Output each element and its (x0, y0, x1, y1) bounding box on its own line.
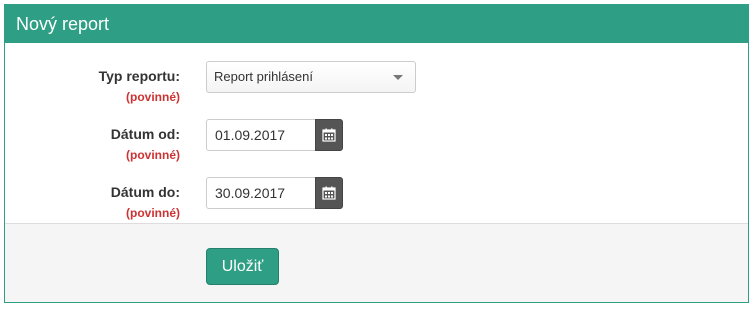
report-type-label-group: Typ reportu: (povinné) (5, 67, 180, 105)
date-to-calendar-button[interactable] (315, 177, 343, 209)
chevron-down-icon (393, 75, 403, 80)
new-report-panel: Nový report Typ reportu: (povinné) Repor… (4, 4, 749, 303)
date-from-calendar-button[interactable] (315, 119, 343, 151)
date-from-group (206, 119, 343, 151)
panel-title: Nový report (5, 5, 748, 43)
date-from-input[interactable] (206, 119, 316, 151)
report-type-select[interactable]: Report prihlásení (206, 61, 416, 93)
date-to-required-note: (povinné) (126, 206, 180, 220)
date-to-label: Dátum do: (110, 184, 180, 200)
date-to-label-group: Dátum do: (povinné) (5, 183, 180, 221)
report-type-label: Typ reportu: (98, 68, 180, 84)
calendar-icon (322, 128, 336, 142)
date-from-required-note: (povinné) (126, 148, 180, 162)
date-to-input[interactable] (206, 177, 316, 209)
report-type-required-note: (povinné) (126, 90, 180, 104)
date-from-label-group: Dátum od: (povinné) (5, 125, 180, 163)
form-footer: Uložiť (5, 223, 748, 302)
report-type-selected-value: Report prihlásení (214, 69, 313, 84)
date-to-group (206, 177, 343, 209)
calendar-icon (322, 186, 336, 200)
save-button[interactable]: Uložiť (206, 248, 279, 285)
report-form: Typ reportu: (povinné) Report prihlásení… (5, 43, 748, 223)
date-from-label: Dátum od: (110, 126, 180, 142)
